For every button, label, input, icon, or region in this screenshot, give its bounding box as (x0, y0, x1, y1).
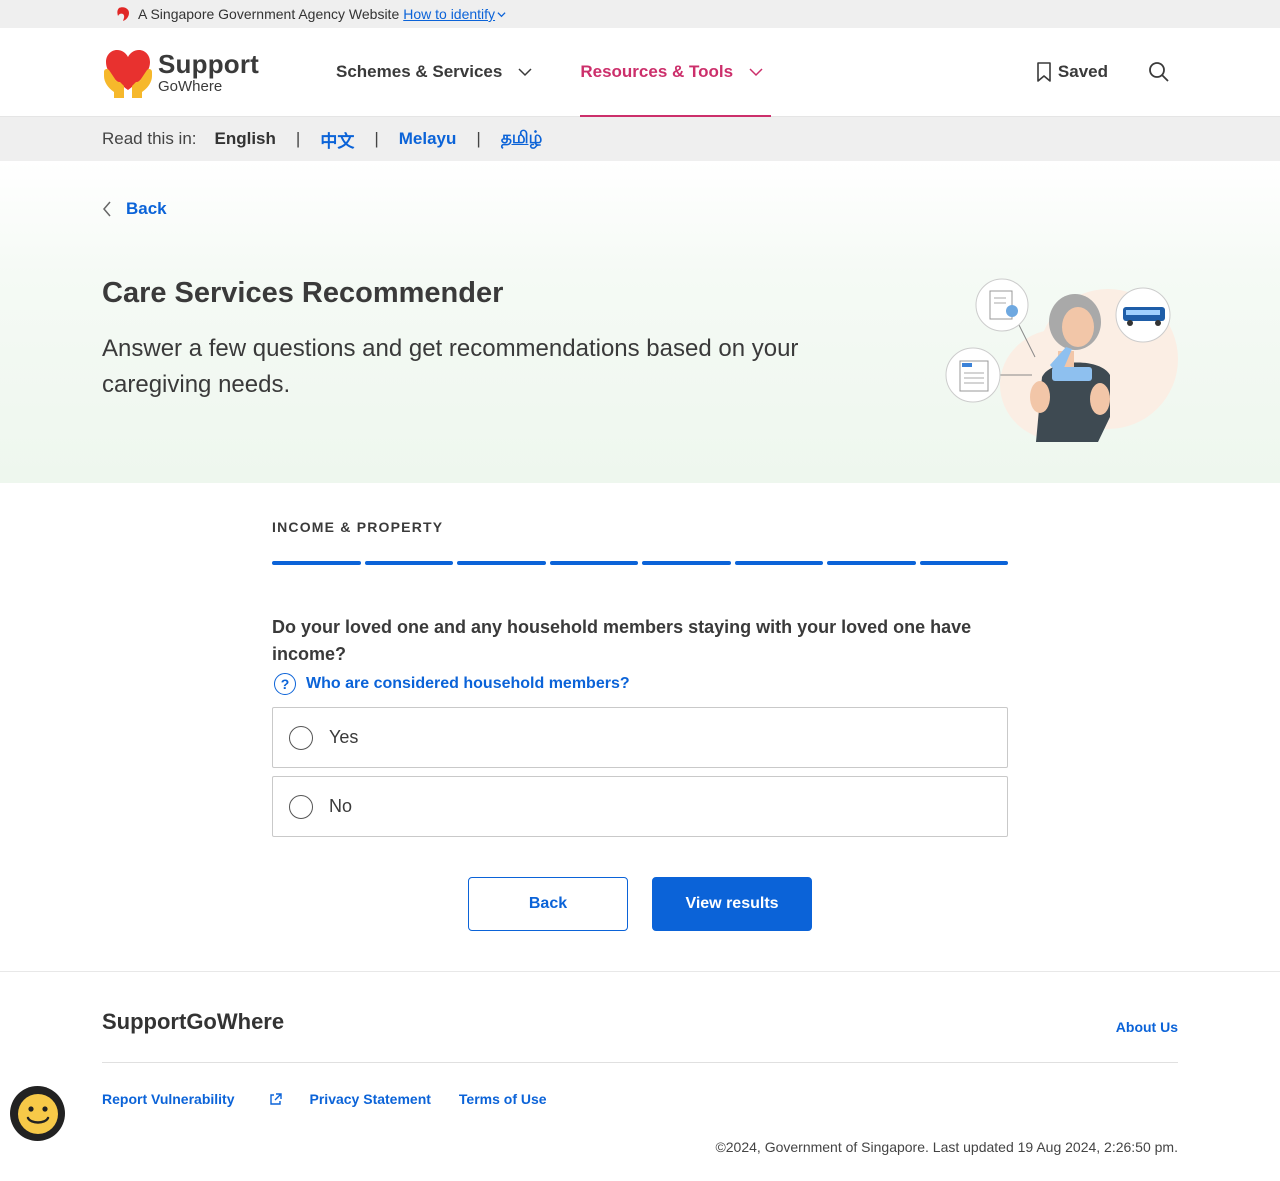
external-link-icon (269, 1092, 282, 1105)
footer-links: Report Vulnerability Privacy Statement T… (102, 1091, 575, 1107)
question-section: INCOME & PROPERTY Do your loved one and … (0, 483, 1280, 971)
heart-hands-logo-icon (104, 50, 152, 98)
progress-segment (827, 561, 916, 565)
caregiver-illustration-icon (945, 278, 1178, 442)
lion-head-icon (117, 7, 129, 21)
smiley-icon (17, 1093, 58, 1134)
bookmark-icon (1037, 62, 1051, 82)
radio-button[interactable] (289, 725, 313, 750)
about-us-link[interactable]: About Us (1116, 1019, 1178, 1035)
supportgowhere-logo[interactable]: Support GoWhere (102, 46, 336, 98)
hero-section: Back Care Services Recommender Answer a … (0, 161, 1280, 483)
footer-brand: SupportGoWhere (102, 1009, 285, 1034)
page-title: Care Services Recommender (102, 277, 504, 309)
language-english[interactable]: English (215, 129, 276, 149)
section-label: INCOME & PROPERTY (272, 519, 444, 535)
search-icon[interactable] (1148, 61, 1170, 83)
progress-segment (734, 561, 823, 565)
question-circle-icon: ? (274, 673, 296, 695)
chevron-down-icon[interactable] (497, 10, 506, 19)
language-label: Read this in: (102, 129, 197, 148)
progress-segment (272, 561, 361, 565)
nav-schemes-services[interactable]: Schemes & Services (336, 28, 540, 116)
radio-button[interactable] (289, 794, 313, 819)
nav-label: Schemes & Services (336, 62, 503, 81)
progress-segment (457, 561, 546, 565)
option-yes[interactable]: Yes (272, 707, 1008, 768)
logo-sub-text: GoWhere (158, 77, 223, 95)
saved-button[interactable]: Saved (1036, 62, 1108, 82)
back-link-label: Back (126, 199, 167, 218)
household-members-help-link[interactable]: ? Who are considered household members? (274, 673, 630, 695)
progress-bar (272, 561, 1008, 565)
saved-label: Saved (1057, 62, 1108, 81)
option-label: No (329, 796, 353, 816)
language-malay[interactable]: Melayu (399, 129, 457, 149)
chevron-left-icon (103, 201, 111, 217)
feedback-button[interactable] (10, 1086, 65, 1141)
progress-segment (364, 561, 453, 565)
back-button[interactable]: Back (468, 877, 628, 931)
progress-segment (642, 561, 731, 565)
nav-resources-tools[interactable]: Resources & Tools (580, 28, 771, 117)
site-header: Support GoWhere Schemes & Services Resou… (0, 28, 1280, 117)
chevron-down-icon (518, 68, 532, 77)
language-bar: Read this in: English | 中文 | Melayu | தம… (0, 117, 1280, 161)
logo-main-text: Support (158, 48, 260, 79)
nav-label: Resources & Tools (580, 62, 734, 81)
progress-segment (919, 561, 1008, 565)
main-nav: Schemes & Services Resources & Tools (336, 28, 811, 117)
language-chinese[interactable]: 中文 (320, 127, 354, 152)
help-link-label: Who are considered household members? (306, 675, 630, 692)
copyright-text: ©2024, Government of Singapore. Last upd… (715, 1139, 1178, 1155)
privacy-statement-link[interactable]: Privacy Statement (310, 1091, 431, 1107)
progress-segment (549, 561, 638, 565)
terms-of-use-link[interactable]: Terms of Use (459, 1091, 547, 1107)
question-text: Do your loved one and any household memb… (272, 617, 972, 664)
site-footer: SupportGoWhere About Us Report Vulnerabi… (0, 971, 1280, 1181)
masthead-text: A Singapore Government Agency Website (138, 6, 400, 22)
option-no[interactable]: No (272, 776, 1008, 837)
link-label: Report Vulnerability (102, 1091, 235, 1107)
footer-divider (102, 1062, 1178, 1063)
gov-masthead: A Singapore Government Agency Website Ho… (0, 0, 1280, 28)
back-link[interactable]: Back (102, 199, 167, 219)
language-tamil[interactable]: தமிழ் (501, 128, 543, 150)
report-vulnerability-link[interactable]: Report Vulnerability (102, 1091, 282, 1107)
option-label: Yes (329, 727, 359, 747)
how-to-identify-link[interactable]: How to identify (403, 6, 495, 22)
chevron-down-icon (749, 68, 763, 77)
page-subtitle: Answer a few questions and get recommend… (102, 335, 799, 398)
view-results-button[interactable]: View results (652, 877, 812, 931)
